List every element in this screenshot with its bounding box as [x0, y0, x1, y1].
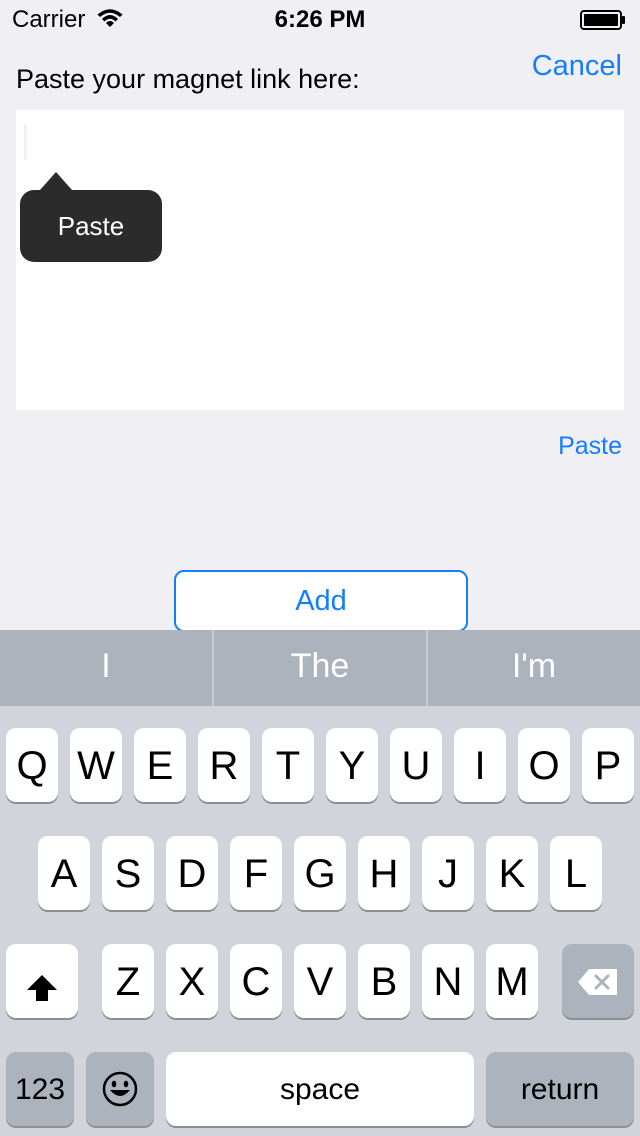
key-r[interactable]: R [198, 728, 250, 802]
numbers-key[interactable]: 123 [6, 1052, 74, 1126]
cancel-button[interactable]: Cancel [0, 50, 622, 83]
key-a[interactable]: A [38, 836, 90, 910]
key-u[interactable]: U [390, 728, 442, 802]
emoji-key[interactable] [86, 1052, 154, 1126]
add-button[interactable]: Add [174, 570, 468, 632]
suggestion-item[interactable]: The [214, 630, 426, 706]
key-v[interactable]: V [294, 944, 346, 1018]
delete-icon [577, 968, 619, 1001]
text-cursor [24, 124, 27, 160]
key-n[interactable]: N [422, 944, 474, 1018]
key-m[interactable]: M [486, 944, 538, 1018]
key-p[interactable]: P [582, 728, 634, 802]
key-h[interactable]: H [358, 836, 410, 910]
delete-key[interactable] [562, 944, 634, 1018]
suggestion-item[interactable]: I'm [428, 630, 640, 706]
key-l[interactable]: L [550, 836, 602, 910]
return-key[interactable]: return [486, 1052, 634, 1126]
key-c[interactable]: C [230, 944, 282, 1018]
key-w[interactable]: W [70, 728, 122, 802]
battery-icon [580, 10, 626, 30]
shift-key[interactable] [6, 944, 78, 1018]
emoji-icon [101, 1070, 139, 1113]
key-z[interactable]: Z [102, 944, 154, 1018]
key-d[interactable]: D [166, 836, 218, 910]
space-key[interactable]: space [166, 1052, 474, 1126]
key-y[interactable]: Y [326, 728, 378, 802]
shift-icon [25, 968, 59, 1013]
status-time: 6:26 PM [274, 6, 366, 33]
key-x[interactable]: X [166, 944, 218, 1018]
key-t[interactable]: T [262, 728, 314, 802]
key-f[interactable]: F [230, 836, 282, 910]
key-g[interactable]: G [294, 836, 346, 910]
paste-button[interactable]: Paste [0, 432, 622, 461]
suggestion-item[interactable]: I [0, 630, 212, 706]
key-e[interactable]: E [134, 728, 186, 802]
key-i[interactable]: I [454, 728, 506, 802]
key-j[interactable]: J [422, 836, 474, 910]
key-s[interactable]: S [102, 836, 154, 910]
key-q[interactable]: Q [6, 728, 58, 802]
key-b[interactable]: B [358, 944, 410, 1018]
key-o[interactable]: O [518, 728, 570, 802]
key-k[interactable]: K [486, 836, 538, 910]
paste-popup-arrow [40, 172, 72, 190]
paste-menu-item[interactable]: Paste [20, 190, 162, 262]
